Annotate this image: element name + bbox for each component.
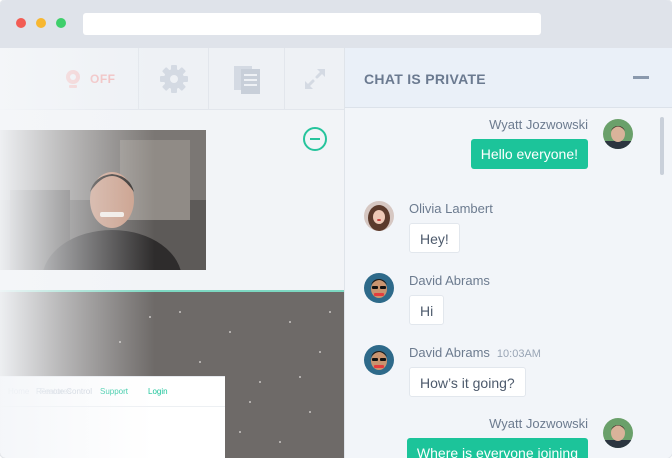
minimize-chat-button[interactable] — [633, 76, 649, 79]
fullscreen-button[interactable] — [284, 48, 344, 110]
nav-item[interactable]: Remote Control — [36, 387, 92, 396]
title-bar — [0, 0, 672, 48]
participant-video-feed — [0, 130, 206, 270]
avatar[interactable] — [364, 201, 394, 231]
avatar[interactable] — [603, 119, 633, 149]
remove-video-button[interactable] — [303, 127, 327, 151]
expand-icon — [304, 69, 325, 89]
message-sender: David Abrams — [409, 273, 490, 288]
message-bubble: Where is everyone joining — [406, 438, 588, 458]
gear-icon — [159, 65, 188, 93]
documents-button[interactable] — [208, 48, 284, 110]
chat-panel: CHAT IS PRIVATE Wyatt Jozwowski Hello ev… — [344, 48, 672, 458]
avatar-wyatt — [603, 418, 633, 448]
conference-area: OFF Home Features Remote Control Support… — [0, 48, 344, 458]
message-bubble: Hello everyone! — [470, 139, 588, 169]
message-sender: Wyatt Jozwowski — [489, 416, 588, 431]
chat-scrollbar[interactable] — [660, 117, 664, 175]
documents-icon — [233, 66, 260, 94]
avatar[interactable] — [364, 273, 394, 303]
settings-button[interactable] — [138, 48, 208, 110]
chat-messages: Wyatt Jozwowski Hello everyone! Olivia L… — [345, 109, 672, 458]
chat-title: CHAT IS PRIVATE — [364, 71, 486, 87]
avatar-wyatt — [603, 119, 633, 149]
message-sender: Olivia Lambert — [409, 201, 493, 216]
minimize-window-button[interactable] — [36, 18, 46, 28]
chat-header: CHAT IS PRIVATE — [345, 48, 672, 108]
message-sender-with-time: David Abrams 10:03AM — [409, 345, 541, 360]
avatar-david — [364, 345, 394, 375]
avatar[interactable] — [364, 345, 394, 375]
camera-toggle-button[interactable]: OFF — [62, 68, 116, 90]
avatar[interactable] — [603, 418, 633, 448]
shared-webpage: Home Features Remote Control Support Log… — [0, 376, 225, 458]
nav-item[interactable]: Login — [148, 387, 168, 396]
nav-item[interactable]: Home — [8, 387, 29, 396]
message-time: 10:03AM — [496, 348, 541, 360]
avatar-olivia — [364, 201, 394, 231]
browser-window: OFF Home Features Remote Control Support… — [0, 0, 672, 458]
webcam-icon — [66, 70, 80, 88]
message-sender: David Abrams — [409, 345, 490, 360]
conference-toolbar: OFF — [0, 48, 344, 110]
message-bubble: Hey! — [409, 223, 460, 253]
maximize-window-button[interactable] — [56, 18, 66, 28]
close-window-button[interactable] — [16, 18, 26, 28]
camera-status-label: OFF — [90, 72, 116, 86]
message-bubble: Hi — [409, 295, 445, 325]
participant-video[interactable] — [0, 130, 206, 270]
shared-webpage-nav: Home Features Remote Control Support Log… — [0, 387, 225, 407]
nav-item[interactable]: Support — [100, 387, 128, 396]
message-sender: Wyatt Jozwowski — [489, 117, 588, 132]
avatar-david — [364, 273, 394, 303]
message-bubble: How’s it going? — [409, 367, 526, 397]
address-bar[interactable] — [83, 13, 541, 35]
